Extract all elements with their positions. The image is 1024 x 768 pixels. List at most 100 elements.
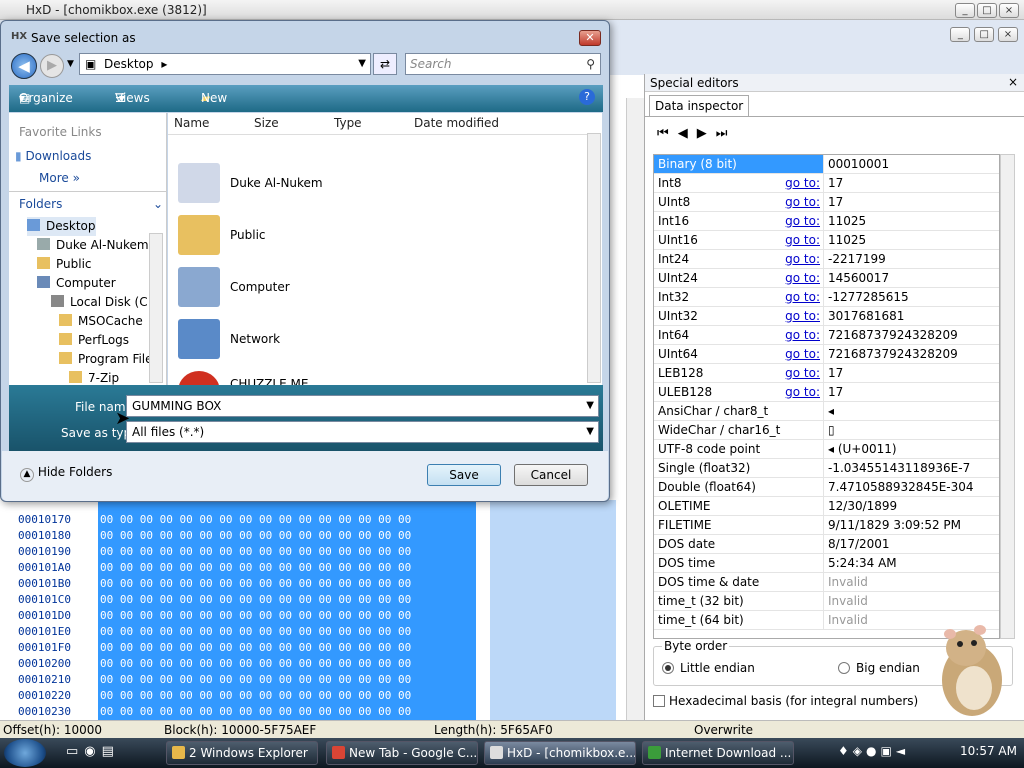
favorite-downloads[interactable]: ▮ Downloads bbox=[15, 149, 91, 163]
goto-link[interactable]: go to: bbox=[785, 231, 820, 249]
inspector-row[interactable]: Int8 go to: 17 bbox=[654, 174, 999, 193]
hex-scrollbar[interactable] bbox=[626, 98, 644, 500]
goto-link[interactable]: go to: bbox=[785, 383, 820, 401]
file-name-dropdown-icon[interactable]: ▼ bbox=[586, 396, 594, 416]
first-icon[interactable]: ⏮ bbox=[657, 126, 678, 141]
goto-link[interactable]: go to: bbox=[785, 326, 820, 344]
inspector-row[interactable]: Binary (8 bit) 00010001 bbox=[654, 155, 999, 174]
switch-windows-icon[interactable]: ▤ bbox=[102, 744, 120, 759]
column-header[interactable]: Type bbox=[334, 116, 362, 130]
search-icon[interactable]: ⚲ bbox=[586, 54, 595, 74]
column-header[interactable]: Name bbox=[174, 116, 209, 130]
address-bar[interactable]: ▣ Desktop ▸ ▼ bbox=[79, 53, 371, 75]
tray-icon[interactable]: ♦ bbox=[838, 744, 853, 758]
inspector-field-value[interactable]: 17 bbox=[824, 193, 843, 211]
collapse-icon[interactable]: ⌄ bbox=[153, 197, 163, 211]
inspector-field-value[interactable]: 14560017 bbox=[824, 269, 889, 287]
organize-menu[interactable]: ▤ Organize ▾ bbox=[19, 85, 73, 111]
tray-icon[interactable]: ◈ bbox=[853, 744, 866, 758]
hex-row[interactable]: 00 00 00 00 00 00 00 00 00 00 00 00 00 0… bbox=[100, 544, 476, 560]
tree-scrollbar[interactable] bbox=[149, 233, 163, 383]
file-item[interactable]: Computer bbox=[178, 265, 290, 309]
close-button[interactable]: × bbox=[999, 3, 1019, 18]
hex-row[interactable]: 00 00 00 00 00 00 00 00 00 00 00 00 00 0… bbox=[100, 624, 476, 640]
inspector-row[interactable]: AnsiChar / char8_t ◂ bbox=[654, 402, 999, 421]
column-header[interactable]: Size bbox=[254, 116, 279, 130]
hex-row[interactable]: 00 00 00 00 00 00 00 00 00 00 00 00 00 0… bbox=[100, 528, 476, 544]
ie-icon[interactable]: ◉ bbox=[84, 744, 101, 759]
hex-row[interactable]: 00 00 00 00 00 00 00 00 00 00 00 00 00 0… bbox=[100, 608, 476, 624]
file-list-scrollbar[interactable] bbox=[587, 133, 601, 383]
dialog-close-button[interactable]: ✕ bbox=[579, 30, 601, 46]
inspector-field-value[interactable]: 11025 bbox=[824, 212, 866, 230]
inspector-field-value[interactable]: 11025 bbox=[824, 231, 866, 249]
file-item[interactable]: Duke Al-Nukem bbox=[178, 161, 323, 205]
goto-link[interactable]: go to: bbox=[785, 269, 820, 287]
maximize-button[interactable]: □ bbox=[977, 3, 997, 18]
inspector-row[interactable]: Int16 go to: 11025 bbox=[654, 212, 999, 231]
file-name-input[interactable]: GUMMING BOX ▼ bbox=[126, 395, 599, 417]
goto-link[interactable]: go to: bbox=[785, 212, 820, 230]
inspector-field-value[interactable]: 72168737924328209 bbox=[824, 345, 958, 363]
inspector-field-value[interactable]: 00010001 bbox=[824, 155, 889, 173]
folder-tree-item[interactable]: Program File bbox=[59, 350, 149, 369]
big-endian-option[interactable]: Big endian bbox=[838, 661, 920, 675]
address-dropdown-icon[interactable]: ▼ bbox=[358, 54, 366, 74]
inspector-field-value[interactable]: ◂ (U+0011) bbox=[824, 440, 897, 458]
hex-row[interactable]: 00 00 00 00 00 00 00 00 00 00 00 00 00 0… bbox=[100, 576, 476, 592]
cancel-button[interactable]: Cancel bbox=[514, 464, 588, 486]
inspector-field-value[interactable]: -2217199 bbox=[824, 250, 886, 268]
history-dropdown-icon[interactable]: ▼ bbox=[67, 59, 74, 69]
goto-link[interactable]: go to: bbox=[785, 250, 820, 268]
inspector-row[interactable]: UTF-8 code point ◂ (U+0011) bbox=[654, 440, 999, 459]
inspector-field-value[interactable]: 17 bbox=[824, 383, 843, 401]
network-tray-icon[interactable]: ▣ bbox=[880, 744, 895, 758]
inspector-row[interactable]: DOS time 5:24:34 AM bbox=[654, 554, 999, 573]
folders-header[interactable]: Folders ⌄ bbox=[19, 197, 163, 211]
inspector-field-value[interactable]: Invalid bbox=[824, 592, 868, 610]
folder-tree-item[interactable]: Public bbox=[37, 255, 92, 274]
hex-row[interactable]: 00 00 00 00 00 00 00 00 00 00 00 00 00 0… bbox=[100, 672, 476, 688]
inspector-row[interactable]: OLETIME 12/30/1899 bbox=[654, 497, 999, 516]
little-endian-option[interactable]: Little endian bbox=[662, 661, 755, 675]
goto-link[interactable]: go to: bbox=[785, 364, 820, 382]
save-type-select[interactable]: All files (*.*) ▼ bbox=[126, 421, 599, 443]
tab-data-inspector[interactable]: Data inspector bbox=[649, 95, 750, 117]
inspector-field-value[interactable]: 5:24:34 AM bbox=[824, 554, 897, 572]
folder-tree-item[interactable]: Computer bbox=[37, 274, 116, 293]
file-item[interactable]: Public bbox=[178, 213, 266, 257]
volume-icon[interactable]: ◄ bbox=[896, 744, 909, 758]
minimize-button[interactable]: _ bbox=[955, 3, 975, 18]
goto-link[interactable]: go to: bbox=[785, 174, 820, 192]
prev-icon[interactable]: ◀ bbox=[678, 126, 697, 141]
inspector-field-value[interactable]: 17 bbox=[824, 174, 843, 192]
inspector-row[interactable]: WideChar / char16_t ▯ bbox=[654, 421, 999, 440]
file-item[interactable]: Network bbox=[178, 317, 280, 361]
inspector-field-value[interactable]: 17 bbox=[824, 364, 843, 382]
inspector-row[interactable]: Single (float32) -1.03455143118936E-7 bbox=[654, 459, 999, 478]
last-icon[interactable]: ⏭ bbox=[716, 126, 737, 141]
inspector-field-value[interactable]: 12/30/1899 bbox=[824, 497, 897, 515]
hex-row[interactable]: 00 00 00 00 00 00 00 00 00 00 00 00 00 0… bbox=[100, 640, 476, 656]
inspector-row[interactable]: DOS date 8/17/2001 bbox=[654, 535, 999, 554]
inspector-row[interactable]: UInt64 go to: 72168737924328209 bbox=[654, 345, 999, 364]
inspector-field-value[interactable]: ◂ bbox=[824, 402, 834, 420]
hex-scrollbar-lower[interactable] bbox=[626, 500, 644, 720]
start-button[interactable] bbox=[4, 739, 46, 767]
inspector-row[interactable]: Double (float64) 7.4710588932845E-304 bbox=[654, 478, 999, 497]
back-button[interactable]: ◀ bbox=[11, 53, 37, 79]
hide-folders-button[interactable]: ▲ Hide Folders bbox=[20, 465, 112, 482]
column-header[interactable]: Date modified bbox=[414, 116, 499, 130]
radio-selected-icon[interactable] bbox=[662, 662, 674, 674]
tray-icon[interactable]: ● bbox=[866, 744, 880, 758]
hex-row[interactable]: 00 00 00 00 00 00 00 00 00 00 00 00 00 0… bbox=[100, 656, 476, 672]
checkbox-icon[interactable] bbox=[653, 695, 665, 707]
inspector-row[interactable]: Int64 go to: 72168737924328209 bbox=[654, 326, 999, 345]
inspector-row[interactable]: Int32 go to: -1277285615 bbox=[654, 288, 999, 307]
next-icon[interactable]: ▶ bbox=[697, 126, 716, 141]
hex-bytes-selection[interactable]: 00 00 00 00 00 00 00 00 00 00 00 00 00 0… bbox=[98, 500, 476, 720]
inspector-row[interactable]: UInt8 go to: 17 bbox=[654, 193, 999, 212]
help-icon[interactable]: ? bbox=[579, 89, 595, 105]
hex-basis-checkbox[interactable]: Hexadecimal basis (for integral numbers) bbox=[653, 694, 918, 708]
inspector-field-value[interactable]: ▯ bbox=[824, 421, 835, 439]
